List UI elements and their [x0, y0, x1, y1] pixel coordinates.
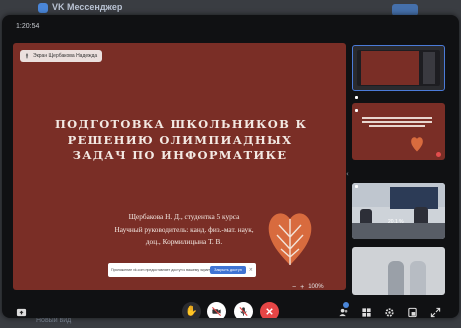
end-call-button[interactable] [260, 302, 279, 318]
participants-icon [338, 308, 347, 316]
slide-title-line: ЗАДАЧ ПО ИНФОРМАТИКЕ [72, 148, 288, 162]
slide-author: Щербакова Н. Д., студентка 5 курса Научн… [91, 211, 277, 249]
zoom-control: − + 100% [292, 281, 324, 291]
slide-title-line: РЕШЕНИЮ ОЛИМПИАДНЫХ [67, 132, 293, 147]
notification-badge [343, 302, 349, 308]
mic-toggle-button[interactable] [234, 302, 253, 318]
end-call-icon [266, 308, 273, 315]
pip-icon [407, 307, 417, 317]
screen-share-icon[interactable] [14, 305, 28, 318]
tile-leaf-icon [411, 137, 423, 152]
tile-percent: 20.1 % [388, 219, 404, 225]
participant-tile[interactable] [352, 45, 445, 91]
slide-title: ПОДГОТОВКА ШКОЛЬНИКОВ К РЕШЕНИЮ ОЛИМПИАД… [55, 117, 308, 164]
muted-indicator-icon [436, 152, 441, 157]
grid-icon [361, 307, 371, 317]
rail-collapse-icon[interactable]: ‹ [346, 170, 349, 178]
fullscreen-button[interactable] [428, 305, 442, 318]
participants-rail: 20.1 % [352, 45, 446, 295]
fullscreen-icon [430, 307, 440, 317]
pip-button[interactable] [405, 305, 419, 318]
zoom-out-icon[interactable]: − [292, 284, 296, 291]
call-timer: 1:20:54 [16, 23, 40, 30]
author-line: Научный руководитель: канд. физ.-мат. на… [114, 224, 254, 234]
tile-room-screen [390, 187, 438, 209]
background-app-title: VK Мессенджер [52, 2, 123, 12]
tile-person [410, 261, 426, 295]
raise-hand-button[interactable]: ✋ [182, 302, 201, 318]
notice-close-icon[interactable]: × [249, 267, 253, 273]
stop-sharing-button[interactable]: Закрыть доступ [210, 266, 246, 274]
presenter-name: Экран Щербакова Надежда [33, 53, 98, 59]
screen-share-notice: Приложение vk.com предоставляет доступ к… [108, 263, 256, 277]
speaking-indicator [355, 109, 358, 112]
participant-tile[interactable] [352, 247, 445, 295]
call-window: 1:20:54 Экран Щербакова Надежда ПОДГОТОВ… [2, 15, 459, 318]
tile-desk [352, 223, 445, 239]
tile-slide-preview [361, 51, 419, 85]
tile-person [388, 261, 404, 295]
notice-text: Приложение vk.com предоставляет доступ к… [111, 268, 211, 272]
camera-toggle-button[interactable] [207, 302, 226, 318]
vk-logo-icon [38, 3, 48, 13]
raise-hand-icon: ✋ [185, 306, 198, 317]
zoom-level: 100% [308, 284, 324, 290]
slide-title-line: ПОДГОТОВКА ШКОЛЬНИКОВ К [55, 117, 308, 131]
shared-screen[interactable]: Экран Щербакова Надежда ПОДГОТОВКА ШКОЛЬ… [13, 43, 346, 290]
participant-tile[interactable]: 20.1 % [352, 183, 445, 239]
tile-title-preview [362, 117, 432, 129]
presenter-badge: Экран Щербакова Надежда [20, 50, 103, 62]
speaking-indicator [355, 185, 358, 188]
zoom-in-icon[interactable]: + [300, 284, 304, 291]
app-root: VK Мессенджер Новый вид 1:20:54 Экран Ще… [0, 0, 461, 328]
tile-side-preview [423, 52, 435, 84]
speaking-indicator [355, 96, 358, 99]
pin-icon [25, 53, 29, 59]
background-bottom-text: Новый вид [36, 317, 72, 324]
camera-off-icon [211, 306, 222, 317]
layout-button[interactable] [359, 305, 373, 318]
author-line: Щербакова Н. Д., студентка 5 курса [128, 212, 240, 221]
settings-icon [384, 307, 394, 317]
participant-tile[interactable] [352, 103, 445, 160]
leaf-icon [268, 213, 312, 265]
mic-off-icon [239, 306, 248, 317]
settings-button[interactable] [382, 305, 396, 318]
author-line: доц., Кормилицына Т. В. [145, 237, 223, 246]
